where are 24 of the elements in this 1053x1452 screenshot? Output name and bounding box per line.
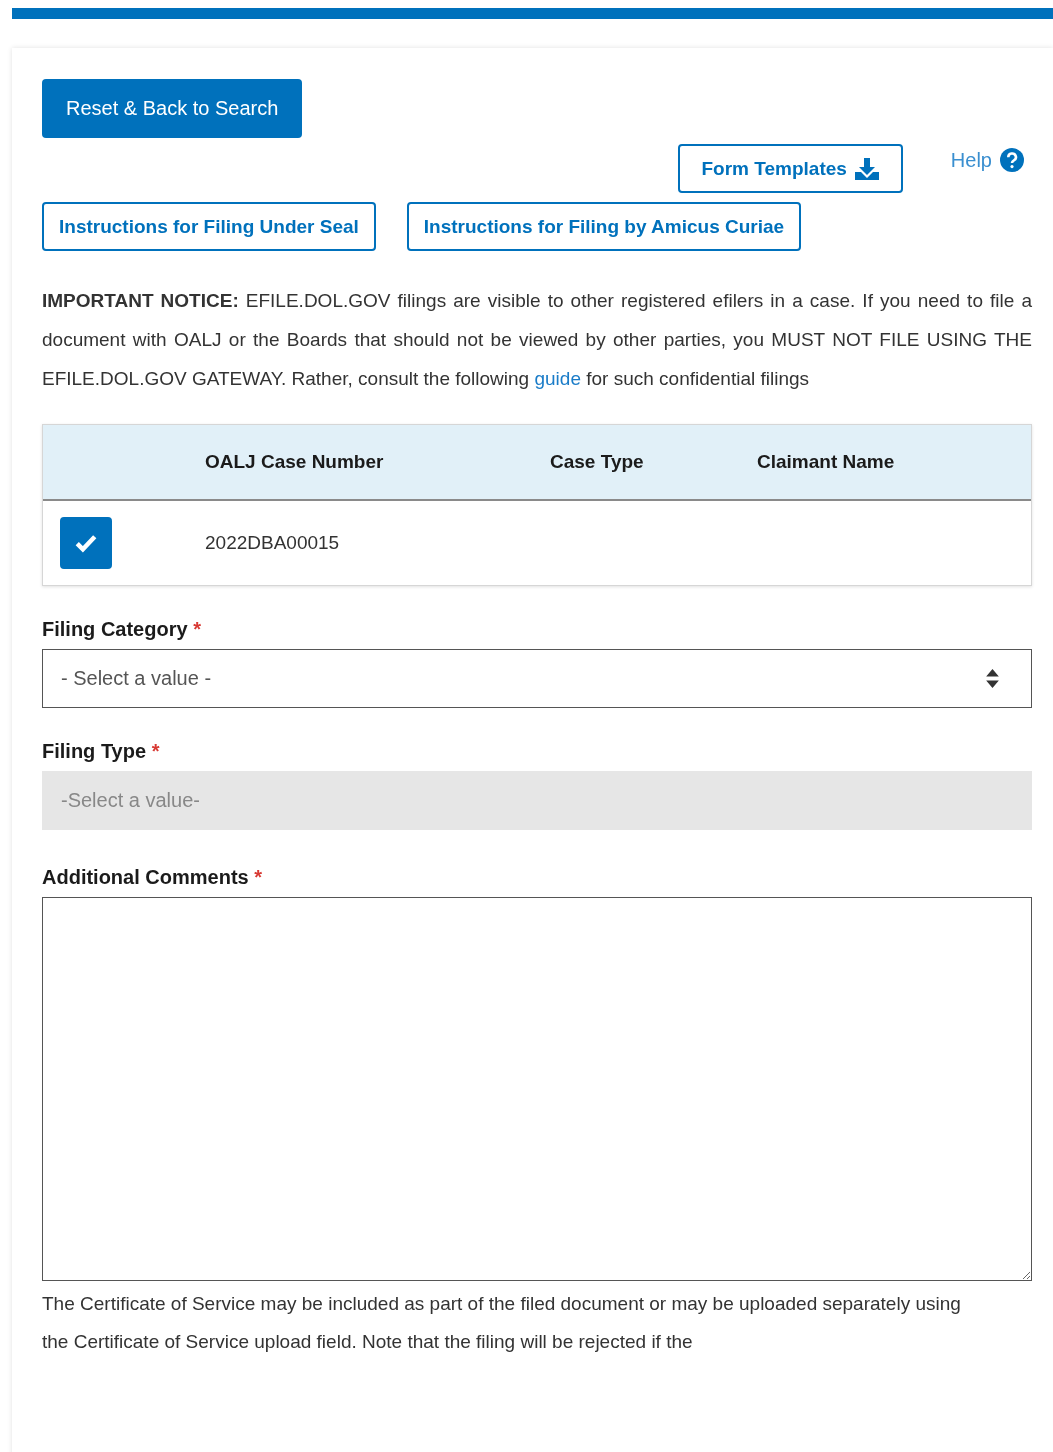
comments-field[interactable] [42,897,1032,1281]
required-mark: * [254,866,263,888]
form-templates-button[interactable]: Form Templates [677,144,903,193]
field-label: Additional Comments [42,866,249,888]
guide-link[interactable]: guide [534,368,581,389]
required-mark: * [151,740,160,762]
column-header: OALJ Case Number [205,451,385,473]
instructions-button[interactable]: Instructions for Filing by Amicus Curiae [406,202,802,251]
sort-caret-icon [986,669,999,688]
reset-button[interactable]: Reset & Back to Search [42,79,303,138]
select-field[interactable]: - Select a value - [42,649,1032,708]
help-link[interactable]: Help [950,148,1024,172]
checkbox[interactable] [60,517,112,569]
field-label: Filing Category [42,618,188,640]
column-header: Case Type [550,451,645,473]
required-mark: * [193,618,201,640]
download-icon [854,157,879,180]
certificate-note: The Certificate of Service may be included as part of the filed document or may be uploaded separately using the Certificate of Service upload field. Note that the filing will be rejected if the [42,1292,962,1354]
table-cell-text: 2022DBA00015 [205,532,341,554]
field-label: Filing Type [42,740,147,762]
instructions-button[interactable]: Instructions for Filing Under Seal [42,202,376,251]
column-header: Claimant Name [757,451,896,473]
notice-text: IMPORTANT NOTICE: EFILE.DOL.GOV filings are visible to other registered efilers in a case. If you need to file a document with OALJ or the Boards that should not be viewed by other parties, you MUST NOT FILE USING THE EFILE.DOL.GOV GATEWAY. Rather, consult the following guide for such confidential filings [42,289,1032,391]
help-icon [1000,148,1024,172]
